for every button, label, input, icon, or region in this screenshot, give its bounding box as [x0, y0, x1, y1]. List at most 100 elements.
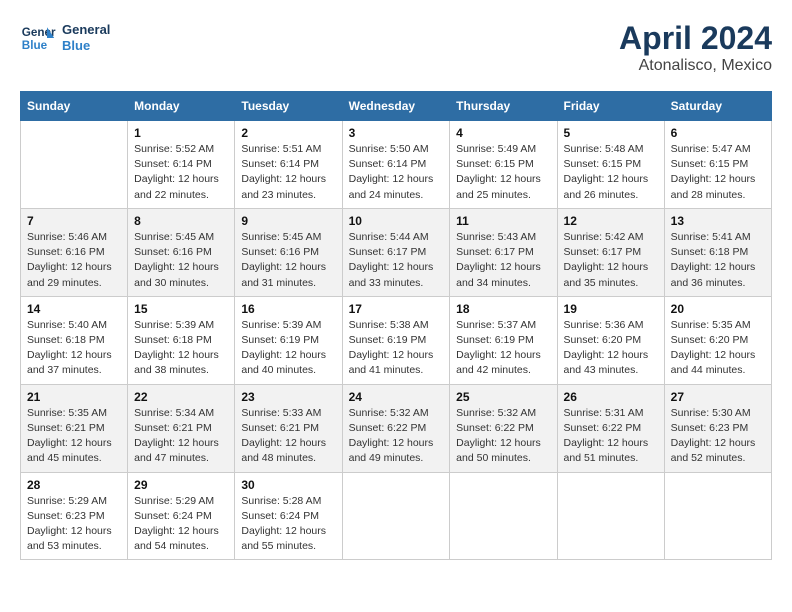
- day-number: 16: [241, 302, 335, 316]
- calendar-cell: [450, 472, 557, 560]
- weekday-header-friday: Friday: [557, 92, 664, 121]
- calendar-cell: 8 Sunrise: 5:45 AM Sunset: 6:16 PM Daylig…: [128, 208, 235, 296]
- day-number: 27: [671, 390, 765, 404]
- calendar-cell: 18 Sunrise: 5:37 AM Sunset: 6:19 PM Dayli…: [450, 296, 557, 384]
- calendar-header: SundayMondayTuesdayWednesdayThursdayFrid…: [21, 92, 772, 121]
- day-number: 18: [456, 302, 550, 316]
- calendar-cell: 27 Sunrise: 5:30 AM Sunset: 6:23 PM Dayli…: [664, 384, 771, 472]
- calendar-cell: 17 Sunrise: 5:38 AM Sunset: 6:19 PM Dayli…: [342, 296, 450, 384]
- calendar-cell: [342, 472, 450, 560]
- day-info: Sunrise: 5:36 AM Sunset: 6:20 PM Dayligh…: [564, 318, 658, 379]
- weekday-header-sunday: Sunday: [21, 92, 128, 121]
- calendar-table: SundayMondayTuesdayWednesdayThursdayFrid…: [20, 91, 772, 560]
- day-number: 28: [27, 478, 121, 492]
- day-info: Sunrise: 5:50 AM Sunset: 6:14 PM Dayligh…: [349, 142, 444, 203]
- day-info: Sunrise: 5:41 AM Sunset: 6:18 PM Dayligh…: [671, 230, 765, 291]
- day-number: 20: [671, 302, 765, 316]
- calendar-cell: [21, 121, 128, 209]
- day-info: Sunrise: 5:44 AM Sunset: 6:17 PM Dayligh…: [349, 230, 444, 291]
- weekday-header-thursday: Thursday: [450, 92, 557, 121]
- day-number: 1: [134, 126, 228, 140]
- calendar-body: 1 Sunrise: 5:52 AM Sunset: 6:14 PM Daylig…: [21, 121, 772, 560]
- day-info: Sunrise: 5:29 AM Sunset: 6:23 PM Dayligh…: [27, 494, 121, 555]
- calendar-week-4: 21Sunrise: 5:35 AM Sunset: 6:21 PM Dayli…: [21, 384, 772, 472]
- day-number: 30: [241, 478, 335, 492]
- weekday-header-wednesday: Wednesday: [342, 92, 450, 121]
- day-info: Sunrise: 5:30 AM Sunset: 6:23 PM Dayligh…: [671, 406, 765, 467]
- day-info: Sunrise: 5:39 AM Sunset: 6:18 PM Dayligh…: [134, 318, 228, 379]
- day-info: Sunrise: 5:45 AM Sunset: 6:16 PM Dayligh…: [134, 230, 228, 291]
- calendar-week-2: 7 Sunrise: 5:46 AM Sunset: 6:16 PM Daylig…: [21, 208, 772, 296]
- calendar-cell: 21Sunrise: 5:35 AM Sunset: 6:21 PM Dayli…: [21, 384, 128, 472]
- day-number: 24: [349, 390, 444, 404]
- day-info: Sunrise: 5:42 AM Sunset: 6:17 PM Dayligh…: [564, 230, 658, 291]
- day-info: Sunrise: 5:49 AM Sunset: 6:15 PM Dayligh…: [456, 142, 550, 203]
- calendar-cell: 12Sunrise: 5:42 AM Sunset: 6:17 PM Dayli…: [557, 208, 664, 296]
- day-info: Sunrise: 5:45 AM Sunset: 6:16 PM Dayligh…: [241, 230, 335, 291]
- calendar-cell: 2 Sunrise: 5:51 AM Sunset: 6:14 PM Daylig…: [235, 121, 342, 209]
- day-number: 26: [564, 390, 658, 404]
- day-info: Sunrise: 5:51 AM Sunset: 6:14 PM Dayligh…: [241, 142, 335, 203]
- calendar-cell: 5Sunrise: 5:48 AM Sunset: 6:15 PM Daylig…: [557, 121, 664, 209]
- calendar-cell: 19 Sunrise: 5:36 AM Sunset: 6:20 PM Dayli…: [557, 296, 664, 384]
- day-number: 19: [564, 302, 658, 316]
- weekday-header-monday: Monday: [128, 92, 235, 121]
- day-number: 14: [27, 302, 121, 316]
- day-info: Sunrise: 5:31 AM Sunset: 6:22 PM Dayligh…: [564, 406, 658, 467]
- calendar-cell: 24 Sunrise: 5:32 AM Sunset: 6:22 PM Dayli…: [342, 384, 450, 472]
- day-number: 13: [671, 214, 765, 228]
- day-number: 8: [134, 214, 228, 228]
- day-info: Sunrise: 5:29 AM Sunset: 6:24 PM Dayligh…: [134, 494, 228, 555]
- page-header: General Blue General Blue April 2024 Ato…: [20, 20, 772, 75]
- calendar-cell: 1 Sunrise: 5:52 AM Sunset: 6:14 PM Daylig…: [128, 121, 235, 209]
- day-info: Sunrise: 5:39 AM Sunset: 6:19 PM Dayligh…: [241, 318, 335, 379]
- day-info: Sunrise: 5:38 AM Sunset: 6:19 PM Dayligh…: [349, 318, 444, 379]
- day-info: Sunrise: 5:28 AM Sunset: 6:24 PM Dayligh…: [241, 494, 335, 555]
- day-info: Sunrise: 5:46 AM Sunset: 6:16 PM Dayligh…: [27, 230, 121, 291]
- day-number: 17: [349, 302, 444, 316]
- day-number: 6: [671, 126, 765, 140]
- weekday-header-row: SundayMondayTuesdayWednesdayThursdayFrid…: [21, 92, 772, 121]
- day-number: 22: [134, 390, 228, 404]
- calendar-cell: 25Sunrise: 5:32 AM Sunset: 6:22 PM Dayli…: [450, 384, 557, 472]
- calendar-week-3: 14 Sunrise: 5:40 AM Sunset: 6:18 PM Dayli…: [21, 296, 772, 384]
- calendar-cell: 20Sunrise: 5:35 AM Sunset: 6:20 PM Dayli…: [664, 296, 771, 384]
- weekday-header-saturday: Saturday: [664, 92, 771, 121]
- logo: General Blue General Blue: [20, 20, 110, 56]
- logo-general: General: [62, 22, 110, 38]
- calendar-cell: 29Sunrise: 5:29 AM Sunset: 6:24 PM Dayli…: [128, 472, 235, 560]
- day-number: 11: [456, 214, 550, 228]
- title-block: April 2024 Atonalisco, Mexico: [619, 20, 772, 75]
- day-info: Sunrise: 5:33 AM Sunset: 6:21 PM Dayligh…: [241, 406, 335, 467]
- day-info: Sunrise: 5:32 AM Sunset: 6:22 PM Dayligh…: [349, 406, 444, 467]
- day-info: Sunrise: 5:34 AM Sunset: 6:21 PM Dayligh…: [134, 406, 228, 467]
- weekday-header-tuesday: Tuesday: [235, 92, 342, 121]
- calendar-cell: 28 Sunrise: 5:29 AM Sunset: 6:23 PM Dayli…: [21, 472, 128, 560]
- location-title: Atonalisco, Mexico: [619, 57, 772, 75]
- day-info: Sunrise: 5:40 AM Sunset: 6:18 PM Dayligh…: [27, 318, 121, 379]
- day-number: 4: [456, 126, 550, 140]
- calendar-cell: 6 Sunrise: 5:47 AM Sunset: 6:15 PM Daylig…: [664, 121, 771, 209]
- calendar-cell: 16 Sunrise: 5:39 AM Sunset: 6:19 PM Dayli…: [235, 296, 342, 384]
- day-info: Sunrise: 5:43 AM Sunset: 6:17 PM Dayligh…: [456, 230, 550, 291]
- day-number: 10: [349, 214, 444, 228]
- calendar-cell: 30 Sunrise: 5:28 AM Sunset: 6:24 PM Dayli…: [235, 472, 342, 560]
- day-number: 23: [241, 390, 335, 404]
- calendar-cell: 3 Sunrise: 5:50 AM Sunset: 6:14 PM Daylig…: [342, 121, 450, 209]
- calendar-cell: 15 Sunrise: 5:39 AM Sunset: 6:18 PM Dayli…: [128, 296, 235, 384]
- day-number: 9: [241, 214, 335, 228]
- calendar-cell: 7 Sunrise: 5:46 AM Sunset: 6:16 PM Daylig…: [21, 208, 128, 296]
- calendar-cell: [557, 472, 664, 560]
- day-number: 15: [134, 302, 228, 316]
- day-number: 2: [241, 126, 335, 140]
- day-number: 3: [349, 126, 444, 140]
- day-info: Sunrise: 5:47 AM Sunset: 6:15 PM Dayligh…: [671, 142, 765, 203]
- calendar-cell: 9 Sunrise: 5:45 AM Sunset: 6:16 PM Daylig…: [235, 208, 342, 296]
- calendar-cell: 22 Sunrise: 5:34 AM Sunset: 6:21 PM Dayli…: [128, 384, 235, 472]
- logo-icon: General Blue: [20, 20, 56, 56]
- day-info: Sunrise: 5:32 AM Sunset: 6:22 PM Dayligh…: [456, 406, 550, 467]
- calendar-cell: 10 Sunrise: 5:44 AM Sunset: 6:17 PM Dayli…: [342, 208, 450, 296]
- day-number: 7: [27, 214, 121, 228]
- day-info: Sunrise: 5:37 AM Sunset: 6:19 PM Dayligh…: [456, 318, 550, 379]
- day-info: Sunrise: 5:52 AM Sunset: 6:14 PM Dayligh…: [134, 142, 228, 203]
